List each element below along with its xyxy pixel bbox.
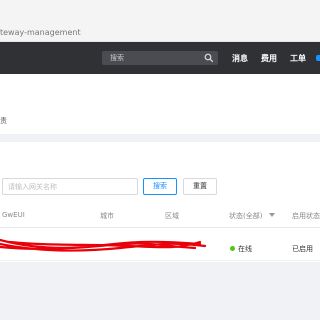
nav-item-tickets[interactable]: 工单 <box>290 53 306 64</box>
user-menu-edge[interactable] <box>316 55 320 61</box>
gateway-name-placeholder: 请输入网关名称 <box>8 183 57 191</box>
status-filter-caret-icon[interactable] <box>269 213 275 217</box>
column-header-city: 城市 <box>100 212 114 220</box>
reset-button[interactable]: 重置 <box>183 178 217 195</box>
enabled-cell: 已启用 <box>292 245 313 253</box>
column-header-gweui: GwEUI <box>2 211 25 219</box>
column-header-enabled: 启用状态 <box>292 212 320 220</box>
nav-item-billing[interactable]: 费用 <box>261 53 277 64</box>
search-icon[interactable] <box>204 53 214 63</box>
column-header-status[interactable]: 状态(全部) <box>229 211 262 221</box>
breadcrumb[interactable]: 责 <box>0 116 7 126</box>
global-search-placeholder: 搜索 <box>110 54 124 62</box>
gateway-name-input[interactable]: 请输入网关名称 <box>2 178 138 195</box>
page-header-panel <box>0 74 320 134</box>
global-search-input[interactable]: 搜索 <box>102 51 218 65</box>
nav-item-messages[interactable]: 消息 <box>232 53 248 64</box>
online-status-dot <box>230 246 235 251</box>
search-button[interactable]: 搜索 <box>143 178 177 195</box>
redaction-scribble <box>0 238 207 252</box>
url-text[interactable]: teway-management <box>0 28 81 37</box>
column-header-region: 区域 <box>165 212 179 220</box>
status-cell: 在线 <box>238 245 252 253</box>
browser-address-bar[interactable]: teway-management <box>0 0 320 42</box>
